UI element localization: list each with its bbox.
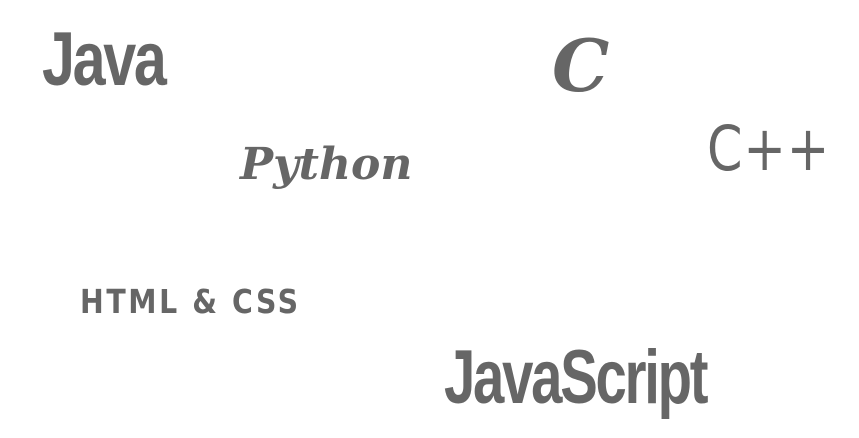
html-css-label: HTML & CSS xyxy=(80,282,301,321)
javascript-label: JavaScript xyxy=(444,335,709,420)
c-label: C xyxy=(552,23,610,108)
java-label: Java xyxy=(42,17,167,102)
cpp-label: C++ xyxy=(707,112,831,185)
python-label: Python xyxy=(240,139,413,190)
